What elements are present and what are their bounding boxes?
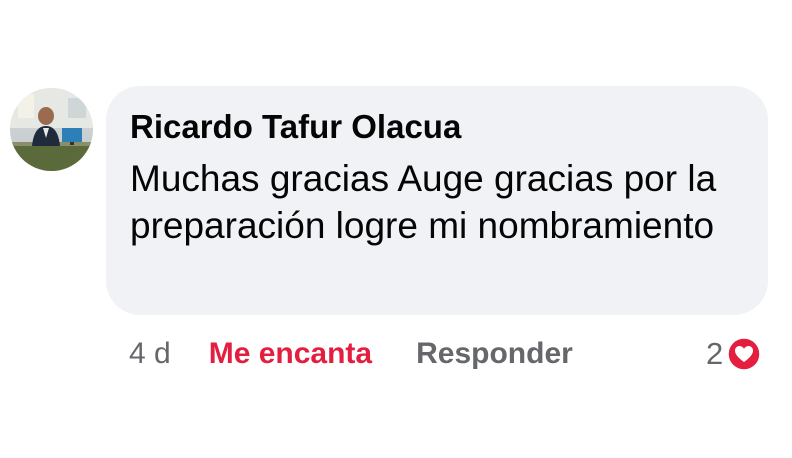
comment-actions: 4 d Me encanta Responder <box>129 332 573 376</box>
reaction-count-number: 2 <box>706 336 724 371</box>
author-name[interactable]: Ricardo Tafur Olacua <box>130 105 748 149</box>
timestamp[interactable]: 4 d <box>129 337 171 371</box>
avatar[interactable] <box>10 88 93 171</box>
heart-icon <box>727 337 761 371</box>
reaction-button[interactable]: Me encanta <box>209 337 372 371</box>
comment-bubble: Ricardo Tafur Olacua Muchas gracias Auge… <box>106 86 768 315</box>
comment: Ricardo Tafur Olacua Muchas gracias Auge… <box>0 0 792 458</box>
reaction-count[interactable]: 2 <box>706 332 761 376</box>
comment-text: Muchas gracias Auge gracias por la prepa… <box>130 158 717 246</box>
reply-button[interactable]: Responder <box>416 337 573 371</box>
